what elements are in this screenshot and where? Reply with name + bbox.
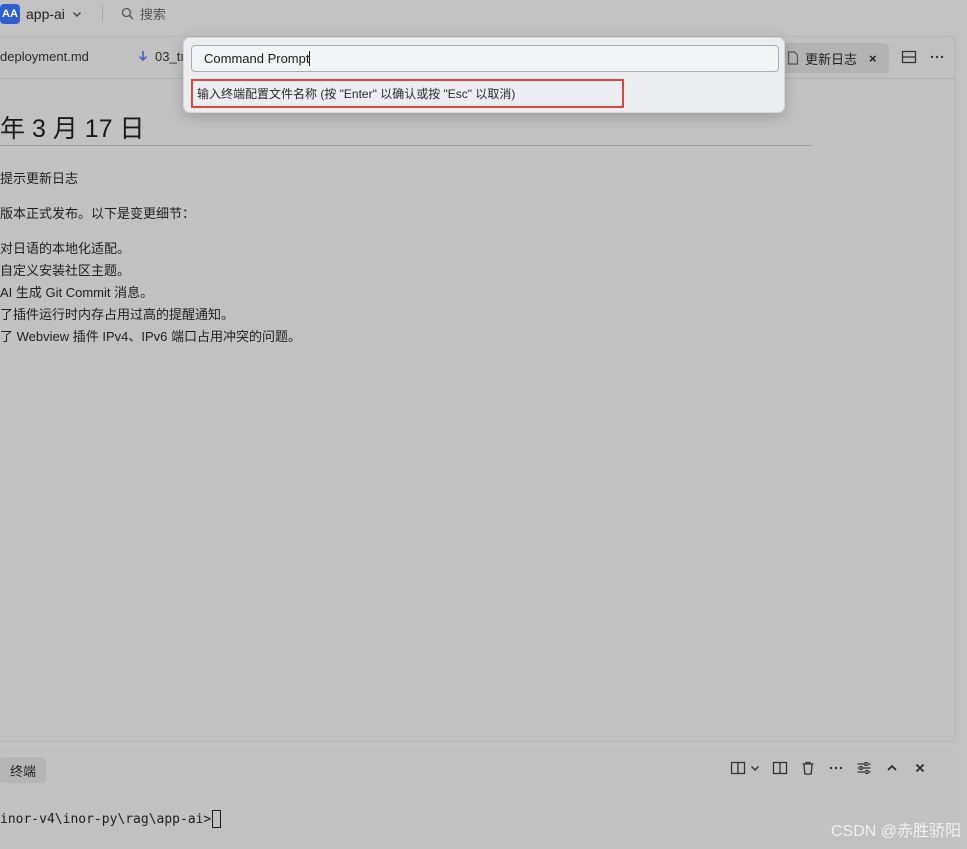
- more-icon[interactable]: [828, 760, 844, 776]
- chevron-down-icon[interactable]: [72, 9, 82, 19]
- trash-icon[interactable]: [800, 760, 816, 776]
- split-terminal-icon[interactable]: [772, 760, 788, 776]
- new-terminal-icon[interactable]: [730, 760, 760, 776]
- search-icon: [121, 7, 134, 20]
- doc-line: 提示更新日志: [0, 171, 79, 186]
- doc-line: 对日语的本地化适配。: [0, 241, 131, 256]
- title-bar: AA app-ai 搜索: [0, 0, 967, 27]
- terminal-tab-label: 终端: [10, 763, 37, 779]
- file-icon: [787, 51, 799, 65]
- doc-line: AI 生成 Git Commit 消息。: [0, 285, 154, 300]
- more-icon[interactable]: [929, 49, 945, 65]
- doc-line: 了插件运行时内存占用过高的提醒通知。: [0, 307, 235, 322]
- palette-input[interactable]: Command Prompt: [191, 45, 779, 72]
- arrow-down-icon: [138, 51, 148, 62]
- project-badge[interactable]: AA: [0, 3, 20, 24]
- doc-line: 自定义安装社区主题。: [0, 263, 131, 278]
- tab-label: deployment.md: [0, 49, 89, 64]
- document-title: 年 3 月 17 日: [0, 115, 145, 143]
- terminal-cursor: [212, 810, 222, 828]
- project-name[interactable]: app-ai: [26, 6, 65, 22]
- terminal-prompt: inor-v4\inor-py\rag\app-ai>: [0, 811, 212, 827]
- text-caret: [309, 51, 311, 66]
- editor-panel: deployment.md 03_tı 更新日志 × 年 3 月 17 日 提示…: [0, 36, 956, 742]
- search-box[interactable]: 搜索: [121, 4, 166, 23]
- tab-03[interactable]: 03_tı: [137, 49, 184, 64]
- watermark: CSDN @赤胜骄阳: [830, 823, 961, 840]
- command-palette: Command Prompt 输入终端配置文件名称 (按 "Enter" 以确认…: [183, 37, 785, 113]
- tab-terminal[interactable]: 终端: [0, 757, 47, 783]
- close-icon[interactable]: ×: [869, 51, 877, 66]
- tab-changelog[interactable]: 更新日志 ×: [779, 43, 889, 73]
- close-icon[interactable]: [912, 760, 928, 776]
- title-rule: [0, 145, 813, 146]
- doc-line: 了 Webview 插件 IPv4、IPv6 端口占用冲突的问题。: [0, 329, 301, 344]
- terminal-panel: 终端 inor-v4\inor-py\rag\app-ai>: [0, 748, 956, 849]
- palette-hint: 输入终端配置文件名称 (按 "Enter" 以确认或按 "Esc" 以取消): [191, 79, 624, 108]
- terminal-prompt-line[interactable]: inor-v4\inor-py\rag\app-ai>: [0, 810, 222, 828]
- terminal-actions: [730, 760, 940, 776]
- split-editor-icon[interactable]: [901, 49, 917, 65]
- palette-input-value: Command Prompt: [204, 51, 310, 66]
- chevron-down-icon[interactable]: [750, 763, 760, 773]
- tab-label: 03_tı: [155, 49, 184, 64]
- tab-label: 更新日志: [805, 51, 858, 67]
- doc-line: 版本正式发布。以下是变更细节：: [0, 206, 196, 221]
- tab-deployment[interactable]: deployment.md: [0, 49, 89, 64]
- search-label: 搜索: [139, 7, 166, 22]
- title-divider: [101, 5, 103, 22]
- settings-sliders-icon[interactable]: [856, 760, 872, 776]
- chevron-up-icon[interactable]: [884, 760, 900, 776]
